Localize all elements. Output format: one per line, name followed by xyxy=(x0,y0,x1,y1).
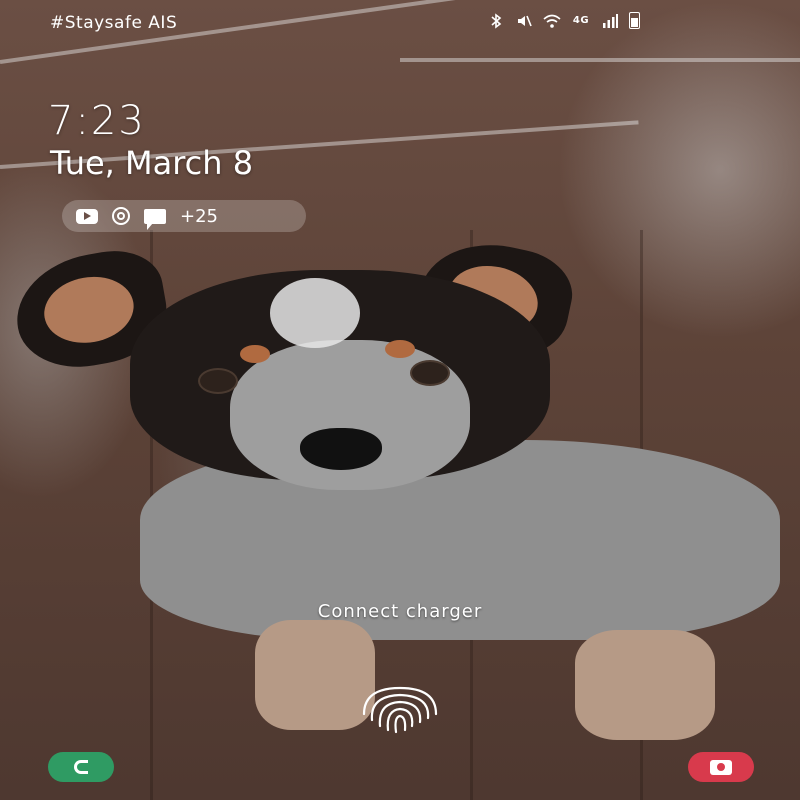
mute-icon xyxy=(515,13,533,29)
phone-shortcut-button[interactable] xyxy=(48,752,114,782)
battery-icon xyxy=(629,12,640,29)
carrier-label: #Staysafe AIS xyxy=(50,13,178,33)
lock-clock: 7:23 xyxy=(48,98,146,144)
youtube-icon xyxy=(76,208,98,224)
bluetooth-icon xyxy=(487,12,505,29)
status-icons: 4G xyxy=(487,12,640,29)
camera-icon xyxy=(710,759,732,775)
camera-shortcut-button[interactable] xyxy=(688,752,754,782)
fingerprint-icon[interactable] xyxy=(358,684,442,736)
more-notifications-count: +25 xyxy=(180,205,218,227)
lock-date: Tue, March 8 xyxy=(50,144,254,182)
charger-message: Connect charger xyxy=(317,601,483,622)
phone-icon xyxy=(74,760,88,774)
signal-icon xyxy=(601,13,619,29)
at-sign-icon xyxy=(112,207,130,225)
4g-icon: 4G xyxy=(572,15,590,26)
wifi-icon xyxy=(543,13,561,29)
status-bar: #Staysafe AIS 4G xyxy=(0,0,800,46)
notification-icons-pill[interactable]: +25 xyxy=(62,200,306,232)
message-icon xyxy=(144,208,166,230)
